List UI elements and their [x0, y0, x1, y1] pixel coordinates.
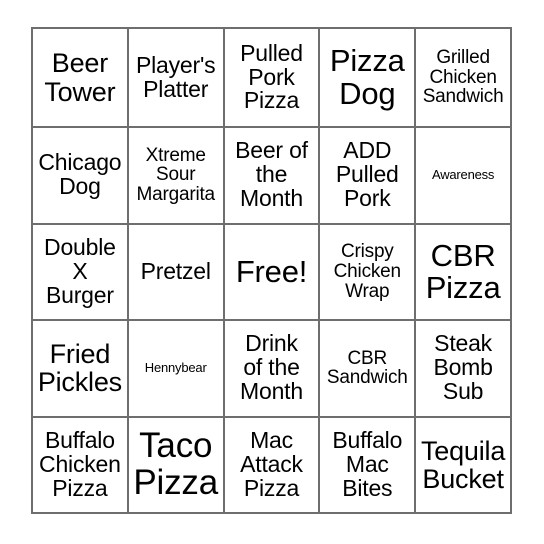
bingo-cell-label: Beer Tower	[44, 48, 116, 107]
bingo-cell-label: Free!	[235, 253, 308, 289]
bingo-cell[interactable]: CBR Pizza	[416, 224, 510, 319]
bingo-cell[interactable]: Double X Burger	[33, 224, 127, 319]
bingo-cell[interactable]: Player's Platter	[128, 29, 223, 126]
bingo-cell-label: Chicago Dog	[38, 149, 122, 200]
bingo-cell[interactable]: Beer of the Month	[224, 128, 319, 223]
bingo-cell[interactable]: Crispy Chicken Wrap	[320, 224, 415, 319]
bingo-cell-label: Pulled Pork Pizza	[240, 39, 303, 114]
bingo-cell[interactable]: Drink of the Month	[224, 321, 319, 416]
bingo-cell[interactable]: Fried Pickles	[33, 321, 127, 416]
bingo-cell[interactable]: Pizza Dog	[320, 29, 415, 126]
bingo-cell[interactable]: Taco Pizza	[128, 417, 223, 512]
bingo-cell-label: Beer of the Month	[235, 137, 308, 212]
bingo-cell-label: Grilled Chicken Sandwich	[422, 46, 504, 108]
bingo-cell[interactable]: Mac Attack Pizza	[224, 417, 319, 512]
bingo-cell[interactable]: Grilled Chicken Sandwich	[416, 29, 510, 126]
bingo-cell-label: Double X Burger	[44, 233, 116, 308]
bingo-cell-label: CBR Pizza	[425, 237, 501, 305]
bingo-cell-label: Steak Bomb Sub	[433, 330, 493, 405]
bingo-cell[interactable]: Chicago Dog	[33, 128, 127, 223]
bingo-cell-label: Taco Pizza	[133, 426, 218, 502]
bingo-cell[interactable]: ADD Pulled Pork	[320, 128, 415, 223]
bingo-cell[interactable]: Hennybear	[128, 321, 223, 416]
bingo-cell-label: Mac Attack Pizza	[240, 426, 303, 501]
bingo-cell-label: Hennybear	[144, 360, 207, 376]
bingo-cell-label: Drink of the Month	[240, 330, 303, 405]
bingo-cell-label: Fried Pickles	[37, 339, 122, 398]
bingo-cell[interactable]: Tequila Bucket	[416, 417, 510, 512]
bingo-cell-label: ADD Pulled Pork	[335, 137, 399, 212]
bingo-cell[interactable]: Steak Bomb Sub	[416, 321, 510, 416]
bingo-cell[interactable]: Buffalo Mac Bites	[320, 417, 415, 512]
bingo-cell-label: Crispy Chicken Wrap	[333, 241, 401, 302]
bingo-card-grid: Beer Tower Player's Platter Pulled Pork Pi…	[31, 27, 512, 514]
bingo-cell-label: Awareness	[431, 167, 495, 183]
bingo-cell[interactable]: Awareness	[416, 128, 510, 223]
bingo-cell-label: CBR Sandwich	[326, 347, 408, 389]
bingo-cell[interactable]: Xtreme Sour Margarita	[128, 128, 223, 223]
bingo-cell-label: Buffalo Chicken Pizza	[39, 426, 121, 501]
bingo-cell[interactable]: Pulled Pork Pizza	[224, 29, 319, 126]
bingo-cell-free[interactable]: Free!	[224, 224, 319, 319]
bingo-cell-label: Pizza Dog	[329, 43, 405, 111]
bingo-cell-label: Player's Platter	[135, 51, 216, 102]
bingo-cell[interactable]: Buffalo Chicken Pizza	[33, 417, 127, 512]
bingo-cell-label: Pretzel	[140, 257, 211, 284]
bingo-cell-label: Tequila Bucket	[421, 435, 506, 494]
bingo-cell-label: Buffalo Mac Bites	[332, 426, 403, 501]
bingo-cell[interactable]: Beer Tower	[33, 29, 127, 126]
bingo-cell-label: Xtreme Sour Margarita	[136, 144, 215, 206]
bingo-cell[interactable]: CBR Sandwich	[320, 321, 415, 416]
bingo-cell[interactable]: Pretzel	[128, 224, 223, 319]
